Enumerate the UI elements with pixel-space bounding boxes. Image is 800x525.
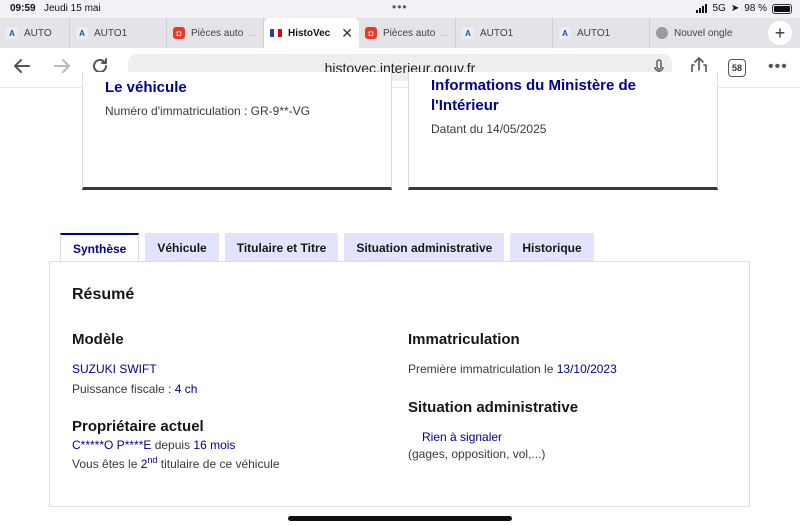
model-name: SUZUKI SWIFT — [72, 362, 157, 376]
home-indicator[interactable] — [288, 516, 512, 521]
browser-tab-label: AUTO1 — [480, 27, 514, 39]
browser-tab-label: Pièces auto — [383, 27, 436, 39]
browser-tab-label: AUTO1 — [94, 27, 128, 39]
pieces-auto-logo-icon: ◘ — [173, 27, 185, 39]
owner-rank-suffix: titulaire de ce véhicule — [157, 457, 280, 471]
ministry-info-card: Informations du Ministère de l'Intérieur… — [408, 72, 718, 190]
browser-tab-label: AUTO1 — [577, 27, 611, 39]
owner-since-label: depuis — [151, 438, 194, 452]
first-registration: Première immatriculation le 13/10/2023 — [408, 362, 617, 376]
auto1-logo-icon: A — [462, 27, 474, 39]
browser-tab-label: Pièces auto — [191, 27, 244, 39]
browser-tab-7[interactable]: A AUTO1 — [553, 18, 650, 48]
status-indicators: 5G ➤ 98 % — [696, 3, 792, 14]
admin-status-details: (gages, opposition, vol,...) — [408, 447, 546, 461]
auto1-logo-icon: A — [6, 27, 18, 39]
auto1-logo-icon: A — [76, 27, 88, 39]
french-flag-icon — [270, 29, 282, 37]
browser-tab-6[interactable]: A AUTO1 — [456, 18, 553, 48]
location-icon: ➤ — [730, 3, 740, 14]
browser-tab-label: AUTO — [24, 27, 52, 39]
browser-tab-2[interactable]: A AUTO1 — [70, 18, 167, 48]
browser-tab-histovec[interactable]: HistoVec ✕ — [264, 18, 359, 48]
vehicle-card: Le véhicule Numéro d'immatriculation : G… — [82, 72, 392, 190]
browser-tab-label: Nouvel ongle — [674, 27, 733, 39]
browser-tab-label: HistoVec — [288, 27, 331, 39]
browser-tab-5[interactable]: ◘ Pièces auto ... — [359, 18, 456, 48]
fiscal-power-label: Puissance fiscale : — [72, 382, 175, 396]
battery-percent: 98 % — [744, 3, 767, 14]
tab-situation-administrative[interactable]: Situation administrative — [344, 233, 505, 262]
forward-arrow-icon[interactable] — [52, 56, 72, 82]
model-heading: Modèle — [72, 331, 124, 348]
tab-overview-button[interactable]: 58 — [728, 59, 746, 77]
pieces-auto-logo-icon: ◘ — [365, 27, 377, 39]
owner-rank: Vous êtes le 2nd titulaire de ce véhicul… — [72, 455, 280, 471]
owner-since-value: 16 mois — [193, 438, 236, 452]
battery-icon — [772, 3, 792, 14]
fiscal-power: Puissance fiscale : 4 ch — [72, 382, 197, 396]
status-time: 09:59 — [10, 3, 36, 14]
network-type: 5G — [712, 3, 726, 14]
tab-synthese[interactable]: Synthèse — [60, 233, 140, 263]
tab-vehicule[interactable]: Véhicule — [145, 233, 219, 262]
registration-number: Numéro d'immatriculation : GR-9**-VG — [105, 104, 311, 118]
new-tab-button[interactable]: + — [768, 21, 792, 45]
owner-heading: Propriétaire actuel — [72, 418, 204, 435]
back-arrow-icon[interactable] — [12, 56, 32, 82]
close-tab-icon[interactable]: ✕ — [333, 25, 353, 42]
tab-historique[interactable]: Historique — [510, 233, 594, 262]
cellular-signal-icon — [696, 4, 708, 13]
status-date: Jeudi 15 mai — [44, 3, 101, 14]
more-menu-icon[interactable]: ••• — [768, 58, 788, 76]
first-registration-date: 13/10/2023 — [556, 362, 617, 376]
ministry-card-title-line2: l'Intérieur — [431, 97, 499, 114]
browser-tab-1[interactable]: A AUTO — [0, 18, 70, 48]
globe-icon — [656, 27, 668, 39]
registration-heading: Immatriculation — [408, 331, 520, 348]
fiscal-power-value: 4 ch — [174, 382, 198, 396]
first-registration-label: Première immatriculation le — [408, 362, 557, 376]
owner-line: C*****O P****E depuis 16 mois — [72, 438, 235, 452]
admin-status-heading: Situation administrative — [408, 399, 579, 416]
summary-heading: Résumé — [72, 286, 135, 303]
owner-name: C*****O P****E — [72, 438, 152, 452]
owner-rank-suffix-sup: nd — [147, 455, 158, 465]
data-date: Datant du 14/05/2025 — [431, 122, 547, 136]
admin-status-value: Rien à signaler — [422, 430, 503, 444]
status-bar: 09:59 Jeudi 15 mai ••• 5G ➤ 98 % — [0, 0, 800, 18]
browser-tab-3[interactable]: ◘ Pièces auto ... — [167, 18, 264, 48]
report-tabs: Synthèse Véhicule Titulaire et Titre Sit… — [60, 233, 594, 263]
tab-titulaire-titre[interactable]: Titulaire et Titre — [224, 233, 339, 262]
multitasking-dots-icon[interactable]: ••• — [392, 0, 408, 14]
browser-tab-new[interactable]: Nouvel ongle — [650, 18, 760, 48]
ministry-card-title-line1: Informations du Ministère de — [431, 77, 637, 94]
auto1-logo-icon: A — [559, 27, 571, 39]
vehicle-card-title: Le véhicule — [105, 79, 187, 96]
browser-tab-bar: A AUTO A AUTO1 ◘ Pièces auto ... HistoVe… — [0, 18, 800, 48]
owner-rank-prefix: Vous êtes le — [72, 457, 141, 471]
